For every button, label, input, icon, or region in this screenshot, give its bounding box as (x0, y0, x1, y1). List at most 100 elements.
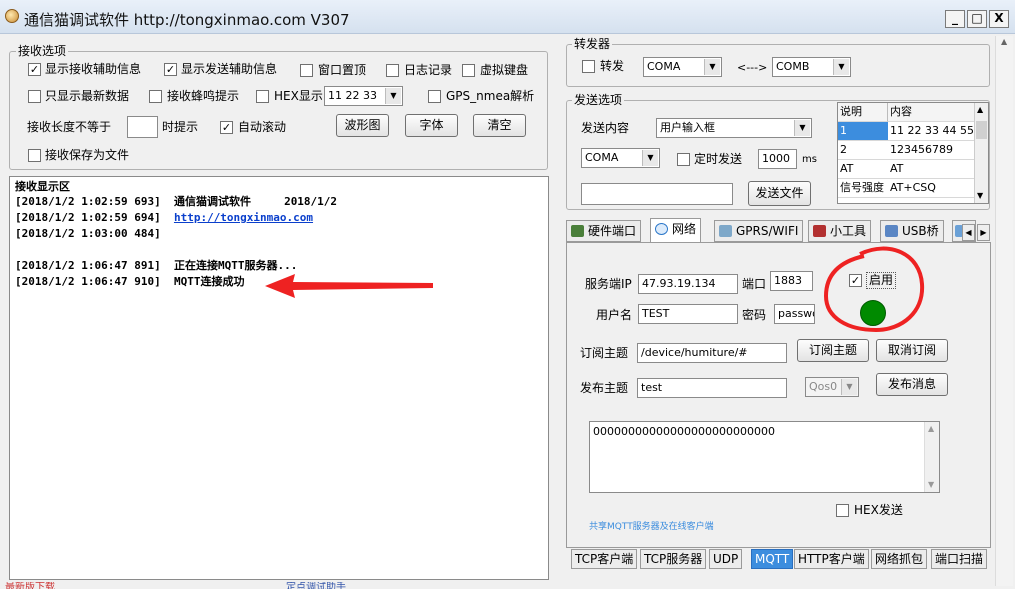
table-cell[interactable]: 1 (838, 122, 888, 141)
username-input[interactable]: TEST (638, 304, 738, 324)
latest-only-checkbox[interactable] (28, 90, 41, 103)
log-line-1: [2018/1/2 1:02:59 693] 通信猫调试软件 2018/1/2 (15, 195, 337, 209)
virtual-keyboard-checkbox[interactable] (462, 64, 475, 77)
annotation-circle-icon (823, 246, 925, 333)
subscribe-button[interactable]: 订阅主题 (797, 339, 869, 362)
window-scrollbar[interactable]: ▲ (995, 36, 1013, 586)
server-ip-input[interactable]: 47.93.19.134 (638, 274, 738, 294)
tab-scroll-left-button[interactable]: ◀ (962, 224, 975, 241)
status-assistant-link[interactable]: 定点调试助手 (286, 582, 346, 589)
chevron-down-icon[interactable]: ▼ (928, 480, 934, 489)
chevron-down-icon[interactable]: ▼ (704, 59, 720, 75)
send-content-combo[interactable]: 用户输入框 ▼ (656, 118, 812, 138)
recv-display-area[interactable]: 接收显示区 [2018/1/2 1:02:59 693] 通信猫调试软件 201… (9, 176, 549, 580)
tab-gprs-wifi[interactable]: GPRS/WIFI (714, 220, 804, 242)
tab-hardware-port[interactable]: 硬件端口 (566, 220, 642, 242)
gps-checkbox[interactable] (428, 90, 441, 103)
table-cell[interactable]: 信号强度 (838, 179, 888, 198)
command-table[interactable]: 说明 内容 1 11 22 33 44 55 2 123456789 AT AT… (837, 102, 989, 204)
log-line-2: [2018/1/2 1:02:59 694] http://tongxinmao… (15, 211, 313, 225)
chevron-down-icon[interactable]: ▼ (977, 191, 983, 200)
tab-scroll-right-button[interactable]: ▶ (977, 224, 990, 241)
window-top-checkbox[interactable] (300, 64, 313, 77)
forward-arrow-label: <---> (737, 61, 768, 74)
chevron-down-icon[interactable]: ▼ (385, 88, 401, 104)
table-cell[interactable]: 123456789 (888, 141, 974, 160)
shared-server-link[interactable]: 共享MQTT服务器及在线客户端 (589, 520, 714, 535)
font-button[interactable]: 字体 (405, 114, 458, 137)
beep-label: 接收蜂鸣提示 (167, 89, 240, 103)
interval-input[interactable]: 1000 (758, 149, 797, 169)
pub-topic-input[interactable]: test (637, 378, 787, 398)
port-label: 端口 (742, 277, 767, 291)
virtual-keyboard-label: 虚拟键盘 (480, 63, 529, 77)
qos-combo[interactable]: Qos0 ▼ (805, 377, 859, 397)
chevron-down-icon[interactable]: ▼ (794, 120, 810, 136)
tab-port-scan[interactable]: 端口扫描 (931, 549, 988, 569)
table-cell[interactable]: AT+CSQ (888, 179, 974, 198)
send-file-button[interactable]: 发送文件 (748, 181, 811, 206)
hex-display-label: HEX显示 (274, 89, 323, 103)
waveform-button[interactable]: 波形图 (336, 114, 389, 137)
scroll-thumb[interactable] (976, 121, 987, 139)
sub-topic-input[interactable]: /device/humiture/# (637, 343, 787, 363)
chevron-up-icon[interactable]: ▲ (1001, 37, 1007, 46)
latest-only-label: 只显示最新数据 (45, 89, 130, 103)
tab-http-client[interactable]: HTTP客户端 (794, 549, 869, 569)
log-line-3: [2018/1/2 1:03:00 484] (15, 227, 161, 241)
chevron-down-icon[interactable]: ▼ (642, 150, 658, 166)
table-cell[interactable]: 11 22 33 44 55 (888, 122, 974, 141)
status-download-link[interactable]: 最新版下载 (5, 582, 55, 589)
table-cell[interactable]: AT (838, 160, 888, 179)
minimize-button[interactable]: _ (945, 10, 965, 28)
send-port-combo[interactable]: COMA ▼ (581, 148, 660, 168)
table-cell[interactable]: 2 (838, 141, 888, 160)
message-text: 00000000000000000000000000 (593, 425, 775, 438)
tab-tools[interactable]: 小工具 (808, 220, 872, 242)
when-alert-label: 时提示 (162, 120, 199, 134)
timed-send-checkbox[interactable] (677, 153, 690, 166)
forward-checkbox[interactable] (582, 60, 595, 73)
table-cell[interactable]: AT (888, 160, 974, 179)
close-button[interactable]: X (989, 10, 1009, 28)
show-send-info-checkbox[interactable]: ✓ (164, 63, 177, 76)
forwarder-label: 转发器 (572, 37, 613, 51)
show-recv-info-checkbox[interactable]: ✓ (28, 63, 41, 76)
tab-network[interactable]: 网络 (650, 218, 702, 243)
len-value-input[interactable] (127, 116, 158, 138)
tab-packet-capture[interactable]: 网络抓包 (871, 549, 928, 569)
hex-send-checkbox[interactable] (836, 504, 849, 517)
tab-tcp-client[interactable]: TCP客户端 (571, 549, 638, 569)
hex-display-checkbox[interactable] (256, 90, 269, 103)
chevron-down-icon[interactable]: ▼ (833, 59, 849, 75)
forward-port-b-combo[interactable]: COMB ▼ (772, 57, 851, 77)
hex-value-combo[interactable]: 11 22 33 ▼ (324, 86, 403, 106)
forward-port-a-combo[interactable]: COMA ▼ (643, 57, 722, 77)
password-input[interactable]: passwo (774, 304, 815, 324)
clear-button[interactable]: 清空 (473, 114, 526, 137)
chevron-up-icon[interactable]: ▲ (928, 424, 934, 433)
table-scrollbar[interactable]: ▲ ▼ (974, 103, 988, 203)
tab-usb-bridge[interactable]: USB桥 (880, 220, 944, 242)
port-input[interactable]: 1883 (770, 271, 813, 291)
auto-scroll-label: 自动滚动 (238, 120, 287, 134)
beep-checkbox[interactable] (149, 90, 162, 103)
log-link[interactable]: http://tongxinmao.com (174, 211, 313, 224)
chevron-up-icon[interactable]: ▲ (977, 105, 983, 114)
log-record-checkbox[interactable] (386, 64, 399, 77)
auto-scroll-checkbox[interactable]: ✓ (220, 121, 233, 134)
chevron-down-icon[interactable]: ▼ (841, 379, 857, 395)
title-bar: 通信猫调试软件 http://tongxinmao.com V307 _ □ X (0, 0, 1015, 34)
unsubscribe-button[interactable]: 取消订阅 (876, 339, 948, 362)
message-scrollbar[interactable]: ▲ ▼ (924, 422, 939, 492)
tab-udp[interactable]: UDP (709, 549, 743, 569)
table-header-content: 内容 (888, 103, 974, 122)
tab-mqtt[interactable]: MQTT (751, 549, 794, 569)
save-file-checkbox[interactable] (28, 149, 41, 162)
publish-button[interactable]: 发布消息 (876, 373, 948, 396)
tab-label: USB桥 (902, 224, 939, 238)
tab-tcp-server[interactable]: TCP服务器 (640, 549, 707, 569)
message-textarea[interactable]: 00000000000000000000000000 ▲ ▼ (589, 421, 940, 493)
send-input[interactable] (581, 183, 733, 205)
maximize-button[interactable]: □ (967, 10, 987, 28)
